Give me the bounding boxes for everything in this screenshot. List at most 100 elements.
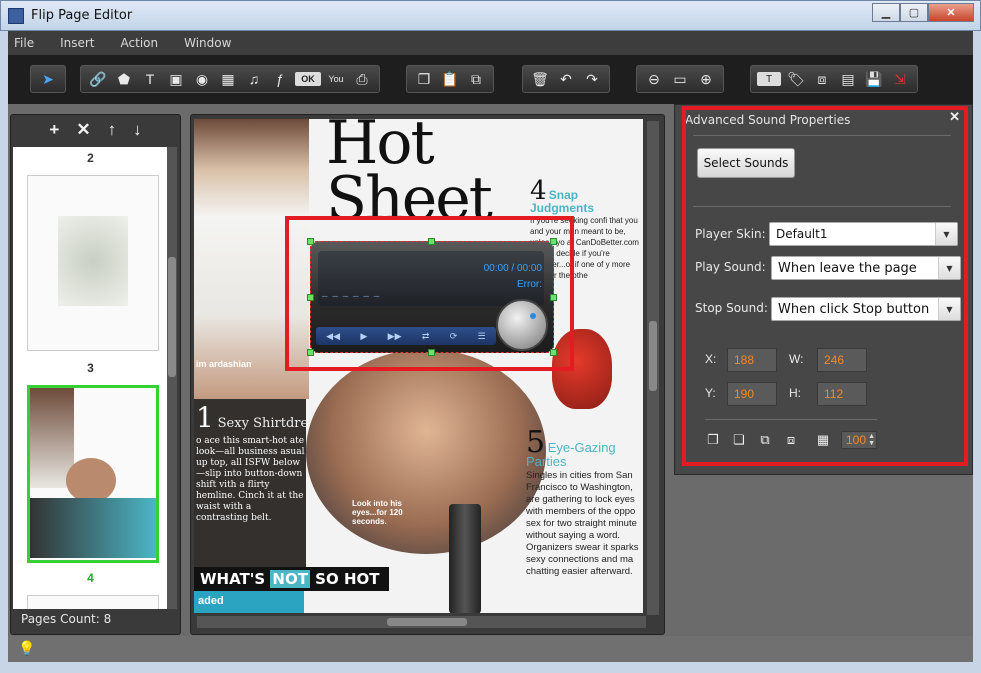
menu-insert[interactable]: Insert — [60, 36, 94, 50]
stop-sound-dropdown[interactable]: When click Stop button ▼ — [771, 297, 961, 321]
vertical-scroll-thumb[interactable] — [649, 321, 657, 391]
width-input[interactable]: 246 — [817, 348, 867, 372]
canvas-horizontal-scrollbar[interactable] — [197, 616, 646, 628]
spinner-icon[interactable]: ▲ ▼ — [868, 433, 875, 447]
menu-file[interactable]: File — [14, 36, 34, 50]
opacity-input[interactable]: 100 ▲ ▼ — [841, 431, 877, 449]
paste-icon[interactable]: 📋 — [439, 68, 461, 90]
bottle-image — [449, 504, 481, 613]
redo-icon[interactable]: ↷ — [581, 68, 603, 90]
x-input[interactable]: 188 — [727, 348, 777, 372]
divider — [705, 419, 877, 420]
page-number-3: 3 — [87, 361, 94, 375]
fit-page-icon[interactable]: ▭ — [669, 68, 691, 90]
page-thumbnail-3[interactable] — [27, 385, 159, 563]
scrollbar-thumb[interactable] — [168, 257, 176, 377]
magazine-title: Hot Sheet — [326, 119, 493, 234]
save-icon[interactable]: 💾 — [863, 68, 885, 90]
canvas-vertical-scrollbar[interactable] — [647, 121, 659, 615]
man-photo — [306, 349, 546, 554]
y-input[interactable]: 190 — [727, 382, 777, 406]
h-label: H: — [789, 386, 801, 400]
thumbnail-scrollbar[interactable] — [167, 147, 177, 609]
tag-icon[interactable]: 🏷 — [785, 68, 807, 90]
print-icon[interactable]: ⎙ — [351, 68, 373, 90]
maximize-button[interactable]: ▢ — [900, 3, 928, 22]
name-caption: im ardashian — [196, 359, 252, 369]
delete-page-icon[interactable]: ✕ — [76, 120, 90, 140]
height-input[interactable]: 112 — [817, 382, 867, 406]
undo-icon[interactable]: ↶ — [555, 68, 577, 90]
layer-controls: ❐ ❏ ⧉ ⧈ ▦ 100 ▲ ▼ — [705, 431, 877, 449]
advanced-sound-properties-panel: Advanced Sound Properties ✕ Select Sound… — [674, 104, 973, 475]
pages-count: Pages Count: 8 — [21, 612, 112, 626]
flash-icon[interactable]: ◉ — [191, 68, 213, 90]
shape-icon[interactable]: ⬟ — [113, 68, 135, 90]
window-title: Flip Page Editor — [31, 8, 133, 23]
image-icon[interactable]: ▣ — [165, 68, 187, 90]
lightbulb-icon[interactable]: 💡 — [18, 640, 35, 657]
text-icon[interactable]: T — [139, 68, 161, 90]
table-icon[interactable]: ▤ — [837, 68, 859, 90]
toolbar-group-zoom: ⊖ ▭ ⊕ — [636, 65, 724, 93]
music-icon[interactable]: ♫ — [243, 68, 265, 90]
divider — [693, 135, 951, 136]
move-down-icon[interactable]: ↓ — [133, 120, 142, 140]
play-sound-dropdown[interactable]: When leave the page ▼ — [771, 256, 961, 280]
menu-bar: File Insert Action Window — [8, 31, 973, 55]
bottle-image — [58, 216, 128, 306]
select-sounds-button[interactable]: Select Sounds — [697, 148, 795, 178]
eye-gazing-column: 5 Eye-Gazing Parties Singles in cities f… — [526, 425, 639, 578]
page-thumbnail-4[interactable] — [27, 595, 159, 609]
toolbar-group-select: ➤ — [30, 65, 66, 93]
select-tool-icon[interactable]: ➤ — [37, 68, 59, 90]
bring-forward-icon[interactable]: ❏ — [731, 432, 747, 448]
photo-caption: Look into his eyes...for 120 seconds. — [352, 499, 403, 526]
copy-icon[interactable]: ❐ — [413, 68, 435, 90]
menu-window[interactable]: Window — [184, 36, 231, 50]
duplicate-icon[interactable]: ⧉ — [465, 68, 487, 90]
page-tools: + ✕ ↑ ↓ — [11, 115, 180, 145]
player-skin-label: Player Skin: — [695, 227, 766, 241]
swf-icon[interactable]: ƒ — [269, 68, 291, 90]
send-to-back-icon[interactable]: ⧈ — [783, 432, 799, 448]
close-panel-icon[interactable]: ✕ — [949, 109, 960, 125]
bring-to-front-icon[interactable]: ❐ — [705, 432, 721, 448]
toolbar-group-insert: 🔗 ⬟ T ▣ ◉ ▦ ♫ ƒ OK You ⎙ — [80, 65, 380, 93]
text-box-icon[interactable]: T — [757, 72, 781, 86]
player-highlight-box — [285, 216, 574, 371]
save-exit-icon[interactable]: ⇲ — [889, 68, 911, 90]
thumb-man-image — [66, 458, 116, 503]
opacity-icon: ▦ — [816, 432, 830, 447]
add-page-icon[interactable]: + — [49, 120, 59, 140]
delete-icon[interactable]: 🗑 — [529, 68, 551, 90]
stop-sound-label: Stop Sound: — [695, 301, 768, 315]
minimize-button[interactable]: ▁ — [872, 3, 900, 22]
horizontal-scroll-thumb[interactable] — [387, 618, 467, 626]
chevron-down-icon: ▼ — [938, 257, 960, 279]
y-label: Y: — [705, 386, 716, 400]
zoom-out-icon[interactable]: ⊖ — [643, 68, 665, 90]
divider — [693, 206, 951, 207]
close-window-button[interactable]: ✕ — [928, 3, 974, 22]
window-icon[interactable]: ⧈ — [811, 68, 833, 90]
chevron-down-icon: ▼ — [938, 298, 960, 320]
page-thumbnail-2[interactable] — [27, 175, 159, 351]
bottom-subtitle: aded — [194, 591, 304, 613]
page-list-panel: + ✕ ↑ ↓ 2 3 4 Pages Count: 8 — [10, 114, 181, 635]
move-up-icon[interactable]: ↑ — [108, 120, 117, 140]
menu-action[interactable]: Action — [121, 36, 159, 50]
w-label: W: — [789, 352, 804, 366]
send-backward-icon[interactable]: ⧉ — [757, 432, 773, 448]
zoom-in-icon[interactable]: ⊕ — [695, 68, 717, 90]
magazine-page[interactable]: Hot Sheet 4 Snap Judgments If you're see… — [194, 119, 643, 613]
player-skin-dropdown[interactable]: Default1 ▼ — [769, 222, 958, 246]
window-controls: ▁ ▢ ✕ — [872, 3, 974, 22]
window-frame-bottom — [0, 662, 981, 673]
link-icon[interactable]: 🔗 — [87, 68, 109, 90]
toolbar: ➤ 🔗 ⬟ T ▣ ◉ ▦ ♫ ƒ OK You ⎙ ❐ 📋 ⧉ 🗑 ↶ ↷ ⊖… — [8, 55, 973, 104]
youtube-icon[interactable]: You — [325, 68, 347, 90]
toolbar-group-edit: 🗑 ↶ ↷ — [522, 65, 610, 93]
video-icon[interactable]: ▦ — [217, 68, 239, 90]
button-icon[interactable]: OK — [295, 72, 321, 86]
